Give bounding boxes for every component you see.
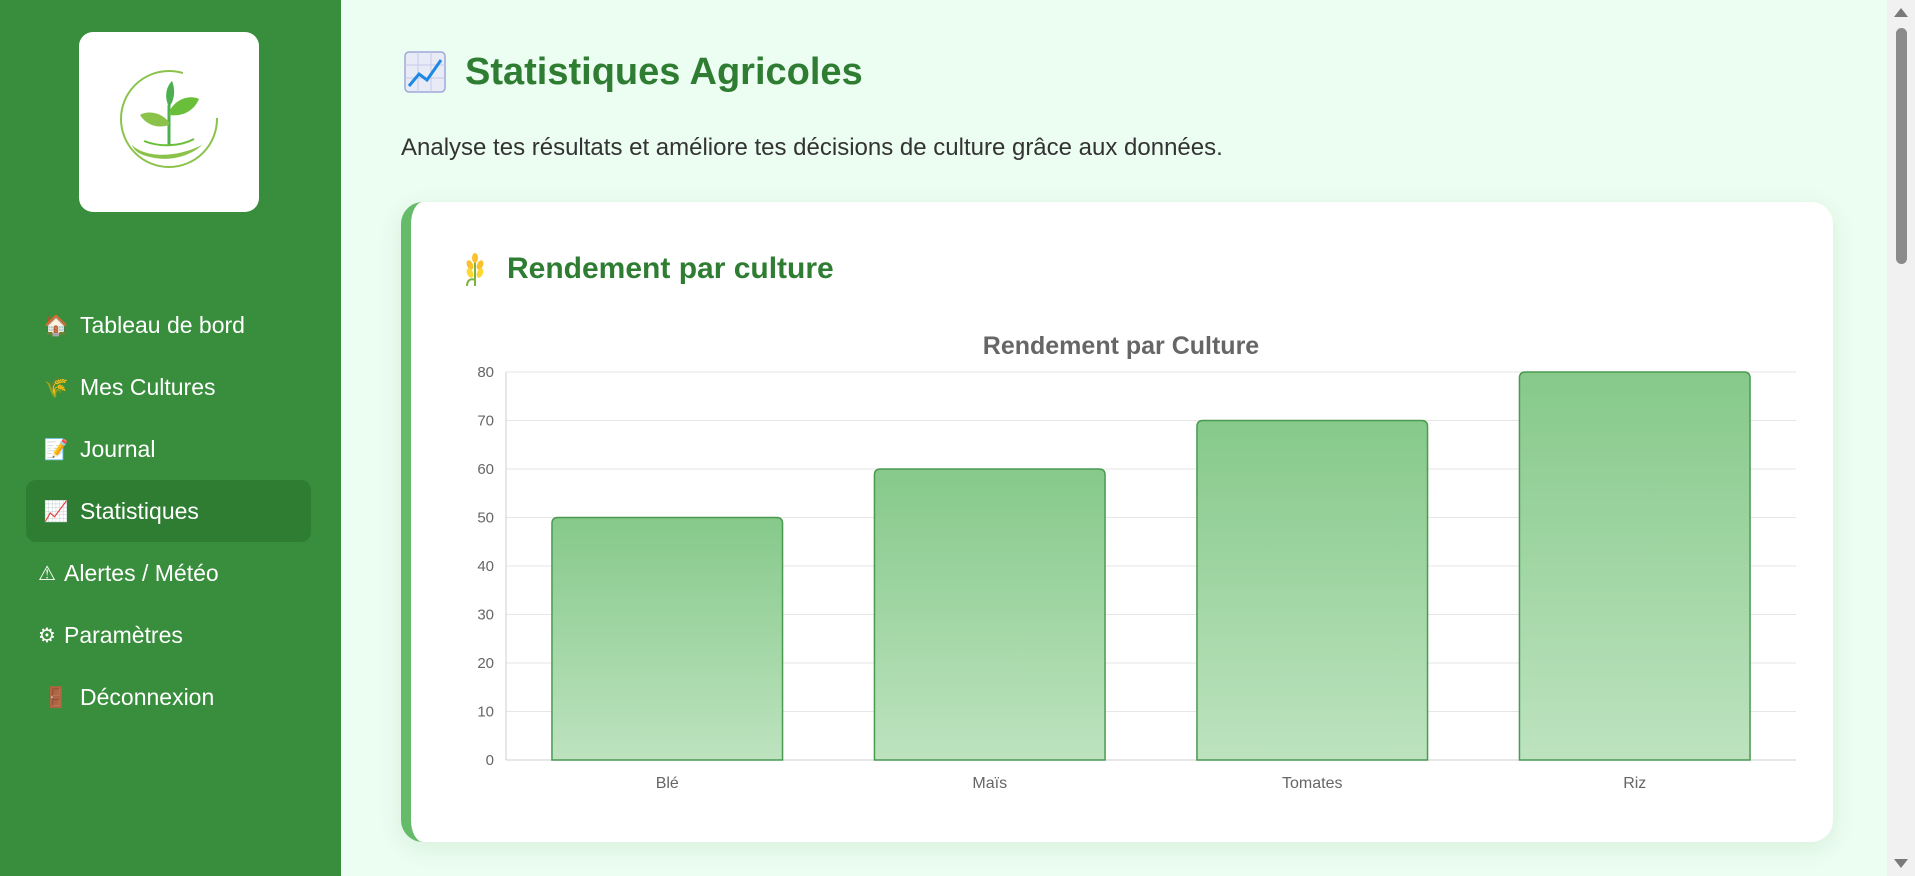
gear-icon: ⚙ <box>38 624 56 647</box>
y-tick-label: 0 <box>486 752 494 769</box>
y-tick-label: 40 <box>477 558 494 575</box>
vertical-scrollbar[interactable] <box>1887 0 1915 876</box>
page-subtitle: Analyse tes résultats et améliore tes dé… <box>401 134 1223 161</box>
main-content: Statistiques Agricoles Analyse tes résul… <box>341 0 1887 876</box>
page-title-text: Statistiques Agricoles <box>465 50 863 93</box>
y-tick-label: 80 <box>477 364 494 381</box>
scroll-up-icon[interactable] <box>1894 8 1908 17</box>
house-icon: 🏠 <box>43 314 69 337</box>
bar-riz[interactable] <box>1518 371 1751 761</box>
sidebar-item-parametres[interactable]: ⚙ Paramètres <box>26 604 311 666</box>
y-tick-label: 60 <box>477 461 494 478</box>
sidebar-item-label: Paramètres <box>64 621 183 648</box>
y-tick-label: 10 <box>477 704 494 721</box>
app-logo[interactable] <box>79 32 259 212</box>
x-tick-label: Tomates <box>1282 775 1342 792</box>
sidebar-nav: 🏠 Tableau de bord 🌾 Mes Cultures 📝 Journ… <box>26 294 311 728</box>
sidebar-item-label: Mes Cultures <box>80 373 216 400</box>
sidebar-item-label: Alertes / Météo <box>64 559 219 586</box>
yield-card: Rendement par culture Rendement par Cult… <box>401 202 1833 842</box>
y-tick-label: 50 <box>477 510 494 527</box>
x-tick-label: Riz <box>1623 775 1646 792</box>
sidebar-item-mes-cultures[interactable]: 🌾 Mes Cultures <box>26 356 311 418</box>
yield-bar-chart: Rendement par Culture 01020304050607080 … <box>477 332 1796 792</box>
wheat-icon: 🌾 <box>43 376 69 399</box>
sidebar-item-alertes-meteo[interactable]: ⚠ Alertes / Météo <box>26 542 311 604</box>
page-title: Statistiques Agricoles <box>403 50 863 94</box>
y-tick-label: 70 <box>477 413 494 430</box>
scroll-down-icon[interactable] <box>1894 859 1908 868</box>
chart-title: Rendement par Culture <box>983 332 1260 360</box>
door-icon: 🚪 <box>43 686 69 709</box>
sidebar-item-journal[interactable]: 📝 Journal <box>26 418 311 480</box>
sidebar-item-label: Déconnexion <box>80 683 215 710</box>
x-tick-label: Maïs <box>972 775 1007 792</box>
scroll-thumb[interactable] <box>1896 28 1907 264</box>
bar-blé[interactable] <box>551 516 784 761</box>
sidebar-item-label: Tableau de bord <box>80 311 245 338</box>
bar-tomates[interactable] <box>1196 419 1429 761</box>
warning-icon: ⚠ <box>38 562 56 585</box>
y-tick-label: 30 <box>477 607 494 624</box>
sidebar-item-statistiques[interactable]: 📈 Statistiques <box>26 480 311 542</box>
memo-icon: 📝 <box>43 438 69 461</box>
sidebar-item-label: Journal <box>80 435 156 462</box>
chart-increasing-icon <box>404 51 446 93</box>
sidebar: 🏠 Tableau de bord 🌾 Mes Cultures 📝 Journ… <box>0 0 341 876</box>
sidebar-item-label: Statistiques <box>80 497 199 524</box>
sidebar-item-deconnexion[interactable]: 🚪 Déconnexion <box>26 666 311 728</box>
sidebar-item-tableau-de-bord[interactable]: 🏠 Tableau de bord <box>26 294 311 356</box>
chart-increasing-icon: 📈 <box>43 500 69 523</box>
bar-maïs[interactable] <box>873 468 1106 761</box>
x-tick-label: Blé <box>656 775 679 792</box>
y-tick-label: 20 <box>477 655 494 672</box>
plant-in-hand-logo <box>120 70 218 168</box>
